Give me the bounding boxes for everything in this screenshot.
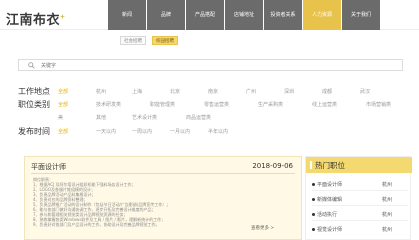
hot-job-city: 杭州 <box>382 182 393 188</box>
bullet-icon <box>312 228 315 231</box>
filter-option[interactable]: 艺术设计类 <box>132 115 157 121</box>
filter-option[interactable]: 市场营销类 <box>366 102 391 108</box>
main-nav: 新闻 品牌 产品搭配 店铺地址 投资者关系 人力资源 关于我们 <box>108 0 381 30</box>
nav-item-brand[interactable]: 品牌 <box>147 0 185 30</box>
view-more-link[interactable]: 查看更多 > <box>251 225 274 231</box>
filter-option[interactable]: 全部 <box>58 89 68 95</box>
hot-jobs-title: 热门职位 <box>315 161 345 170</box>
hot-job-item[interactable]: 新媒体编辑 杭州 <box>312 194 408 206</box>
filter-option[interactable]: 技术研发类 <box>96 102 121 108</box>
hot-job-name[interactable]: 活动执行 <box>317 211 337 218</box>
nav-item-stores[interactable]: 店铺地址 <box>225 0 263 30</box>
nav-item-about[interactable]: 关于我们 <box>342 0 380 30</box>
filter-option[interactable]: 北京 <box>170 89 180 95</box>
filter-option[interactable]: 职能管理类 <box>150 102 175 108</box>
job-duty-line: 9、负责好对各部门及产品设计的工作，协助设计及完善品牌视觉工作。 <box>33 222 160 227</box>
filter-time: 发布时间 全部 一天以内 一周以内 一月以内 半年以内 <box>18 127 413 137</box>
hot-job-name[interactable]: 视觉设计师 <box>317 226 342 233</box>
job-title[interactable]: 平面设计师 <box>31 162 66 172</box>
hot-job-item[interactable]: 活动执行 杭州 <box>312 209 408 221</box>
filter-option[interactable]: 全部 <box>58 129 68 135</box>
divider <box>312 220 408 221</box>
bullet-icon <box>312 198 315 201</box>
filter-option[interactable]: 其他 <box>96 115 106 121</box>
hot-job-city: 杭州 <box>382 227 393 233</box>
hot-jobs-header: 热门职位 <box>306 157 412 173</box>
hot-job-name[interactable]: 平面设计师 <box>317 181 342 188</box>
filter-option[interactable]: 上海 <box>132 89 142 95</box>
filter-option[interactable]: 生产采购类 <box>258 102 283 108</box>
bullet-icon <box>312 213 315 216</box>
filter-category: 职位类别 全部 技术研发类 职能管理类 零售运营类 生产采购类 线上运营类 市场… <box>18 100 413 110</box>
card-divider <box>31 173 295 174</box>
search-icon <box>28 62 35 69</box>
filter-label-location: 工作地点 <box>18 87 50 96</box>
filter-option[interactable]: 成都 <box>322 89 332 95</box>
bullet-icon <box>312 183 315 186</box>
nav-item-hr[interactable]: 人力资源 <box>303 0 341 30</box>
job-card[interactable]: 平面设计师 2018-09-06 岗位职责： 1、根据ACJ 及阿尔塔设计组织机… <box>24 156 302 240</box>
filter-option[interactable]: 南京 <box>208 89 218 95</box>
filter-option[interactable]: 深圳 <box>284 89 294 95</box>
brand-logo[interactable]: 江南布衣+ <box>6 9 66 28</box>
filter-option[interactable]: 杭州 <box>96 89 106 95</box>
hot-job-city: 杭州 <box>382 197 393 203</box>
filter-label-time: 发布时间 <box>18 127 50 136</box>
filter-location: 工作地点 全部 杭州 上海 北京 南京 广州 深圳 成都 武汉 <box>18 87 413 97</box>
nav-item-product-style[interactable]: 产品搭配 <box>186 0 224 30</box>
search-box <box>18 59 403 71</box>
filter-option[interactable]: 武汉 <box>360 89 370 95</box>
hot-job-city: 杭州 <box>382 212 393 218</box>
header-bar-icon <box>310 161 312 169</box>
filter-label-category: 职位类别 <box>18 100 50 109</box>
divider <box>312 190 408 191</box>
filter-option[interactable]: 全部 <box>58 102 68 108</box>
nav-item-news[interactable]: 新闻 <box>108 0 146 30</box>
filter-option[interactable]: 一周以内 <box>132 129 152 135</box>
hot-jobs-panel: 热门职位 平面设计师 杭州 新媒体编辑 杭州 活动执行 杭州 视觉设计师 杭州 <box>305 156 412 240</box>
nav-item-investors[interactable]: 投资者关系 <box>264 0 302 30</box>
filter-option[interactable]: 线上运营类 <box>312 102 337 108</box>
recruit-tabs: 社会招聘 校园招聘 <box>120 36 178 45</box>
filter-option[interactable]: 一天以内 <box>96 129 116 135</box>
top-bar: 江南布衣+ 新闻 品牌 产品搭配 店铺地址 投资者关系 人力资源 关于我们 <box>0 0 419 30</box>
hot-job-name[interactable]: 新媒体编辑 <box>317 196 342 203</box>
filter-option[interactable]: 零售运营类 <box>204 102 229 108</box>
job-date: 2018-09-06 <box>252 162 293 170</box>
filter-option[interactable]: 美 <box>58 115 63 121</box>
filter-option[interactable]: 广州 <box>246 89 256 95</box>
search-input[interactable] <box>41 61 341 70</box>
filter-option[interactable]: 一月以内 <box>170 129 190 135</box>
tab-social-recruit[interactable]: 社会招聘 <box>120 36 146 45</box>
hot-job-item[interactable]: 平面设计师 杭州 <box>312 179 408 191</box>
tab-campus-recruit[interactable]: 校园招聘 <box>152 36 178 45</box>
filter-option[interactable]: 商品运营类 <box>186 115 211 121</box>
filter-category-more: 美 其他 艺术设计类 商品运营类 <box>18 113 413 123</box>
filter-option[interactable]: 半年以内 <box>208 129 228 135</box>
hot-job-item[interactable]: 视觉设计师 杭州 <box>312 224 408 236</box>
divider <box>312 205 408 206</box>
